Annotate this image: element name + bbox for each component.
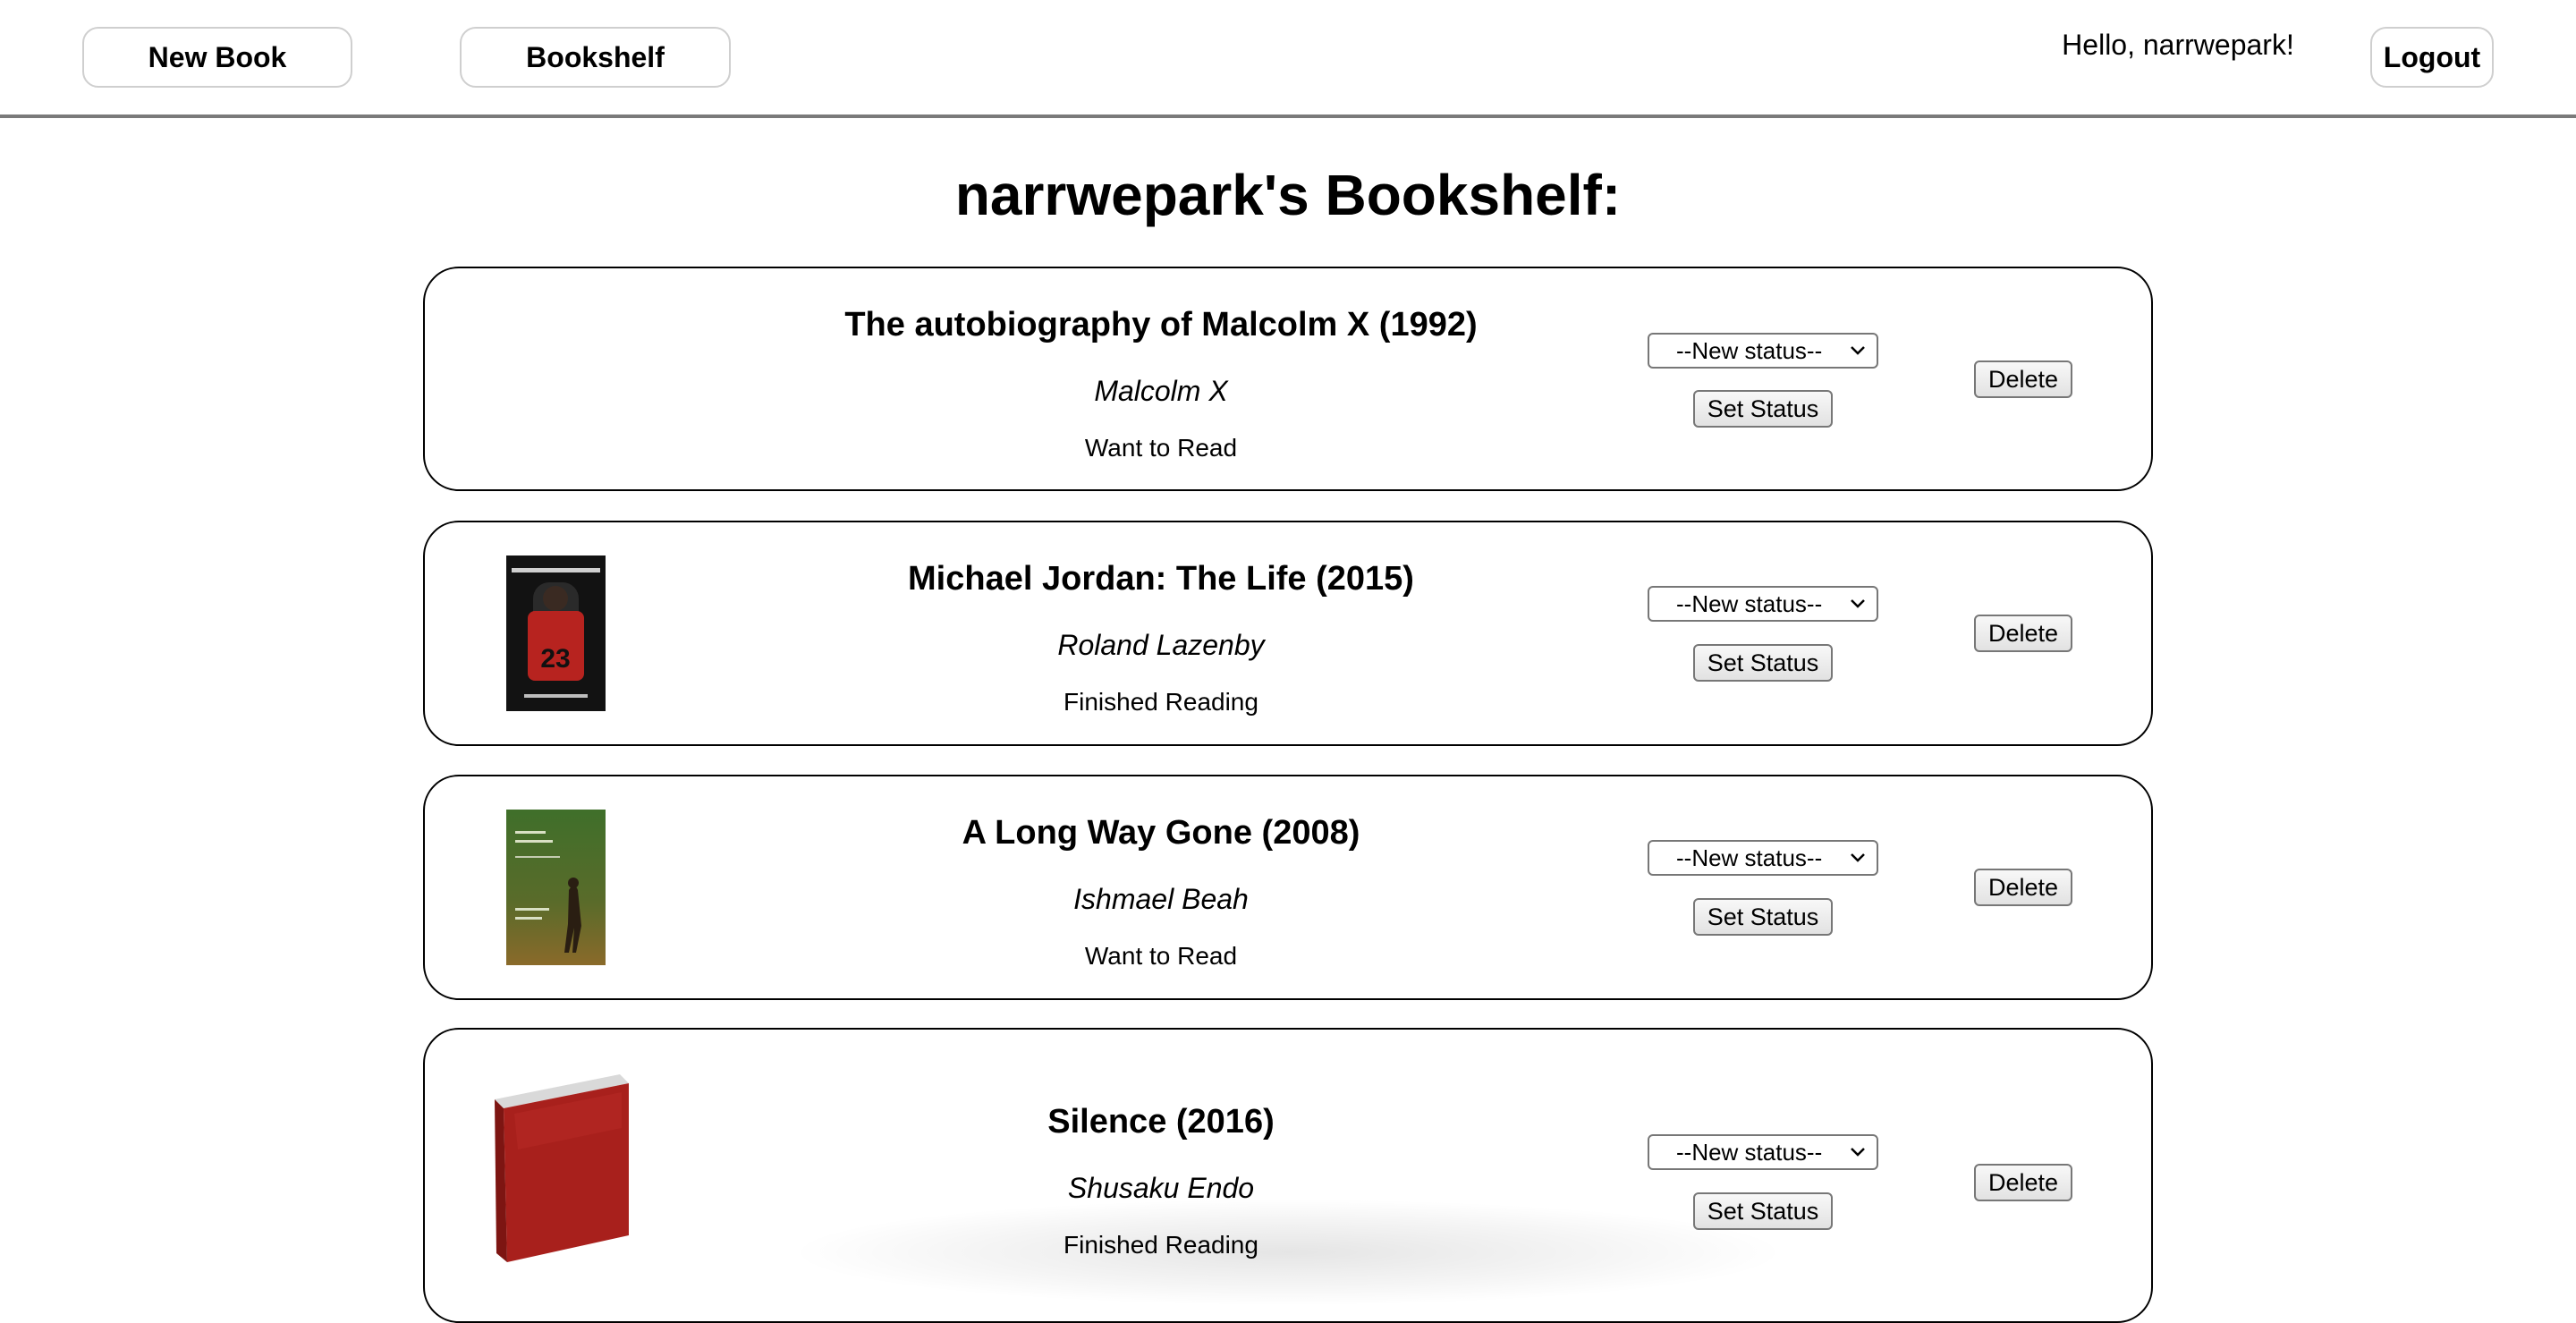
set-status-button[interactable]: Set Status bbox=[1693, 644, 1833, 682]
book-info: Michael Jordan: The Life (2015) Roland L… bbox=[425, 556, 1897, 719]
book-status: Finished Reading bbox=[1063, 688, 1258, 716]
status-select[interactable]: --New status-- bbox=[1648, 840, 1878, 876]
chevron-down-icon bbox=[1851, 599, 1865, 608]
book-status: Want to Read bbox=[1084, 434, 1238, 462]
book-info: Silence (2016) Shusaku Endo Finished Rea… bbox=[425, 1099, 1897, 1262]
book-status: Finished Reading bbox=[1063, 1231, 1258, 1259]
page-title: narrwepark's Bookshelf: bbox=[954, 163, 1622, 227]
delete-button[interactable]: Delete bbox=[1974, 869, 2072, 906]
delete-button[interactable]: Delete bbox=[1974, 1164, 2072, 1201]
set-status-button[interactable]: Set Status bbox=[1693, 390, 1833, 428]
book-author: Ishmael Beah bbox=[1073, 883, 1249, 915]
status-select[interactable]: --New status-- bbox=[1648, 586, 1878, 622]
book-author: Shusaku Endo bbox=[1067, 1172, 1255, 1204]
new-book-button[interactable]: New Book bbox=[82, 27, 352, 88]
book-author: Malcolm X bbox=[1094, 375, 1228, 407]
book-card: 23 Michael Jordan: The Life (2015) Rolan… bbox=[423, 521, 2153, 746]
book-info: The autobiography of Malcolm X (1992) Ma… bbox=[425, 302, 1897, 465]
chevron-down-icon bbox=[1851, 346, 1865, 355]
book-info: A Long Way Gone (2008) Ishmael Beah Want… bbox=[425, 810, 1897, 973]
bookshelf-button[interactable]: Bookshelf bbox=[460, 27, 731, 88]
navbar: New Book Bookshelf Hello, narrwepark! Lo… bbox=[0, 0, 2576, 118]
set-status-button[interactable]: Set Status bbox=[1693, 1192, 1833, 1230]
logout-button[interactable]: Logout bbox=[2370, 27, 2494, 88]
user-greeting: Hello, narrwepark! bbox=[2062, 29, 2294, 61]
delete-button[interactable]: Delete bbox=[1974, 360, 2072, 398]
status-select-value: --New status-- bbox=[1676, 844, 1823, 871]
status-select-value: --New status-- bbox=[1676, 336, 1823, 364]
book-author: Roland Lazenby bbox=[1057, 629, 1265, 661]
chevron-down-icon bbox=[1851, 853, 1865, 862]
delete-button[interactable]: Delete bbox=[1974, 615, 2072, 652]
status-select-value: --New status-- bbox=[1676, 1138, 1823, 1166]
status-select[interactable]: --New status-- bbox=[1648, 333, 1878, 369]
book-status: Want to Read bbox=[1084, 942, 1238, 970]
book-card: A Long Way Gone (2008) Ishmael Beah Want… bbox=[423, 775, 2153, 1000]
set-status-button[interactable]: Set Status bbox=[1693, 898, 1833, 936]
book-card: The autobiography of Malcolm X (1992) Ma… bbox=[423, 267, 2153, 491]
chevron-down-icon bbox=[1851, 1148, 1865, 1157]
book-card: Silence (2016) Shusaku Endo Finished Rea… bbox=[423, 1028, 2153, 1323]
status-select[interactable]: --New status-- bbox=[1648, 1134, 1878, 1170]
status-select-value: --New status-- bbox=[1676, 589, 1823, 617]
